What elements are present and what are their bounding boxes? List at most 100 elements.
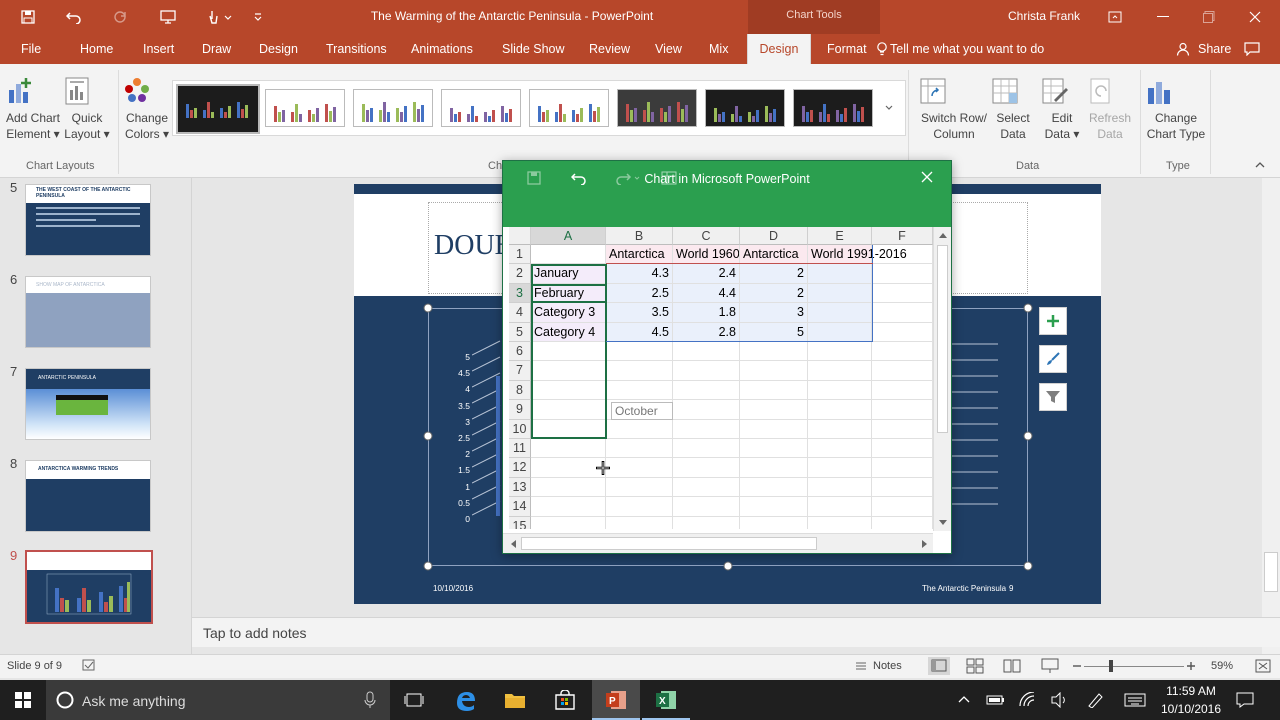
- pen-icon[interactable]: [1086, 692, 1104, 708]
- cell[interactable]: [531, 516, 606, 529]
- row-header[interactable]: 8: [509, 380, 531, 401]
- cell[interactable]: [808, 477, 872, 498]
- tab-home[interactable]: Home: [80, 42, 113, 56]
- cell[interactable]: World 1960: [673, 245, 740, 265]
- maximize-icon[interactable]: [1186, 0, 1232, 34]
- volume-icon[interactable]: [1050, 692, 1068, 708]
- spellcheck-icon[interactable]: [82, 659, 96, 671]
- cell[interactable]: [808, 419, 872, 439]
- cell[interactable]: [531, 400, 606, 420]
- cell[interactable]: [872, 458, 933, 478]
- cell[interactable]: [872, 380, 933, 401]
- search-placeholder[interactable]: Ask me anything: [82, 693, 186, 709]
- row-header[interactable]: 3: [509, 283, 531, 304]
- select-all-corner[interactable]: [509, 227, 531, 245]
- change-chart-type-button[interactable]: Change Chart Type: [1144, 76, 1208, 142]
- cell[interactable]: [872, 342, 933, 362]
- fit-to-window-icon[interactable]: [1255, 658, 1271, 674]
- row-header[interactable]: 11: [509, 439, 531, 459]
- notes-button[interactable]: Notes: [873, 660, 902, 672]
- start-button[interactable]: [0, 680, 46, 720]
- select-data-button[interactable]: Select Data: [990, 76, 1036, 142]
- normal-view-icon[interactable]: [928, 657, 950, 675]
- wifi-icon[interactable]: [1018, 692, 1036, 708]
- cell[interactable]: Category 4: [531, 322, 606, 342]
- row-header[interactable]: 15: [509, 516, 531, 529]
- chart-style-4[interactable]: [441, 89, 521, 127]
- minimize-icon[interactable]: [1140, 0, 1186, 34]
- tab-animations[interactable]: Animations: [411, 42, 473, 56]
- vertical-scrollbar[interactable]: [1262, 178, 1280, 654]
- slide-thumbnail-5[interactable]: THE WEST COAST OF THE ANTARCTIC PENINSUL…: [25, 184, 151, 256]
- clock-date[interactable]: 10/10/2016: [1156, 702, 1226, 716]
- cell[interactable]: 1.8: [673, 303, 740, 323]
- cell[interactable]: [606, 439, 673, 459]
- cell[interactable]: [808, 439, 872, 459]
- tab-chart-format[interactable]: Format: [827, 42, 867, 56]
- tab-mix[interactable]: Mix: [709, 42, 728, 56]
- chart-style-7[interactable]: [705, 89, 785, 127]
- cell[interactable]: [673, 477, 740, 498]
- keyboard-icon[interactable]: [1124, 693, 1146, 707]
- row-header[interactable]: 2: [509, 264, 531, 284]
- tab-slide-show[interactable]: Slide Show: [502, 42, 565, 56]
- cell[interactable]: [673, 458, 740, 478]
- cell[interactable]: [673, 361, 740, 381]
- row-header[interactable]: 14: [509, 497, 531, 517]
- edit-data-button[interactable]: Edit Data ▾: [1040, 76, 1084, 142]
- cell[interactable]: [872, 516, 933, 529]
- cell[interactable]: [872, 322, 933, 342]
- spreadsheet-grid[interactable]: A B C D E F 1 Antarctica World 1960 Antarctica Wor…: [509, 227, 933, 529]
- row-header[interactable]: 9: [509, 400, 531, 420]
- share-button[interactable]: Share: [1198, 42, 1231, 56]
- tab-transitions[interactable]: Transitions: [326, 42, 387, 56]
- cell[interactable]: [673, 419, 740, 439]
- cell[interactable]: [531, 419, 606, 439]
- cell[interactable]: [808, 400, 872, 420]
- row-header[interactable]: 7: [509, 361, 531, 381]
- cell[interactable]: [872, 400, 933, 420]
- cell[interactable]: [673, 439, 740, 459]
- cell[interactable]: [673, 516, 740, 529]
- tab-file[interactable]: File: [21, 42, 41, 56]
- tab-insert[interactable]: Insert: [143, 42, 174, 56]
- add-chart-element-button[interactable]: Add Chart Element ▾: [4, 76, 62, 142]
- refresh-data-button[interactable]: Refresh Data: [1086, 76, 1134, 142]
- cell[interactable]: 2.5: [606, 283, 673, 304]
- quick-layout-button[interactable]: Quick Layout ▾: [62, 76, 112, 142]
- switch-row-column-button[interactable]: Switch Row/ Column: [918, 76, 990, 142]
- cell[interactable]: [808, 322, 872, 342]
- cell[interactable]: [606, 516, 673, 529]
- cell[interactable]: [808, 264, 872, 284]
- zoom-slider-track[interactable]: [1084, 666, 1184, 667]
- cell[interactable]: [673, 342, 740, 362]
- cell[interactable]: 2: [740, 264, 808, 284]
- row-header[interactable]: 6: [509, 342, 531, 362]
- cell[interactable]: [872, 439, 933, 459]
- cell[interactable]: 5: [740, 322, 808, 342]
- tab-view[interactable]: View: [655, 42, 682, 56]
- close-icon[interactable]: [921, 171, 933, 183]
- user-name[interactable]: Christa Frank: [1008, 9, 1080, 23]
- cell[interactable]: 2.4: [673, 264, 740, 284]
- zoom-slider-thumb[interactable]: [1109, 660, 1113, 672]
- cell[interactable]: [808, 342, 872, 362]
- collapse-ribbon-icon[interactable]: [1254, 160, 1266, 170]
- cell[interactable]: 3: [740, 303, 808, 323]
- cell[interactable]: [531, 458, 606, 478]
- notes-placeholder[interactable]: Tap to add notes: [203, 625, 307, 641]
- cell[interactable]: World 1991-2016: [808, 245, 907, 265]
- chart-style-8[interactable]: [793, 89, 873, 127]
- cell[interactable]: [872, 419, 933, 439]
- sheet-vertical-scrollbar[interactable]: [933, 227, 951, 531]
- task-view-icon[interactable]: [404, 692, 424, 708]
- cell[interactable]: [872, 245, 933, 265]
- chart-filters-button[interactable]: [1039, 383, 1067, 411]
- slide-thumbnail-7[interactable]: ANTARCTIC PENINSULA: [25, 368, 151, 440]
- tab-review[interactable]: Review: [589, 42, 630, 56]
- zoom-out-icon[interactable]: [1072, 658, 1082, 674]
- scrollbar-thumb[interactable]: [1264, 552, 1278, 592]
- close-icon[interactable]: [1232, 0, 1278, 34]
- cell[interactable]: [740, 419, 808, 439]
- clock-time[interactable]: 11:59 AM: [1158, 684, 1224, 698]
